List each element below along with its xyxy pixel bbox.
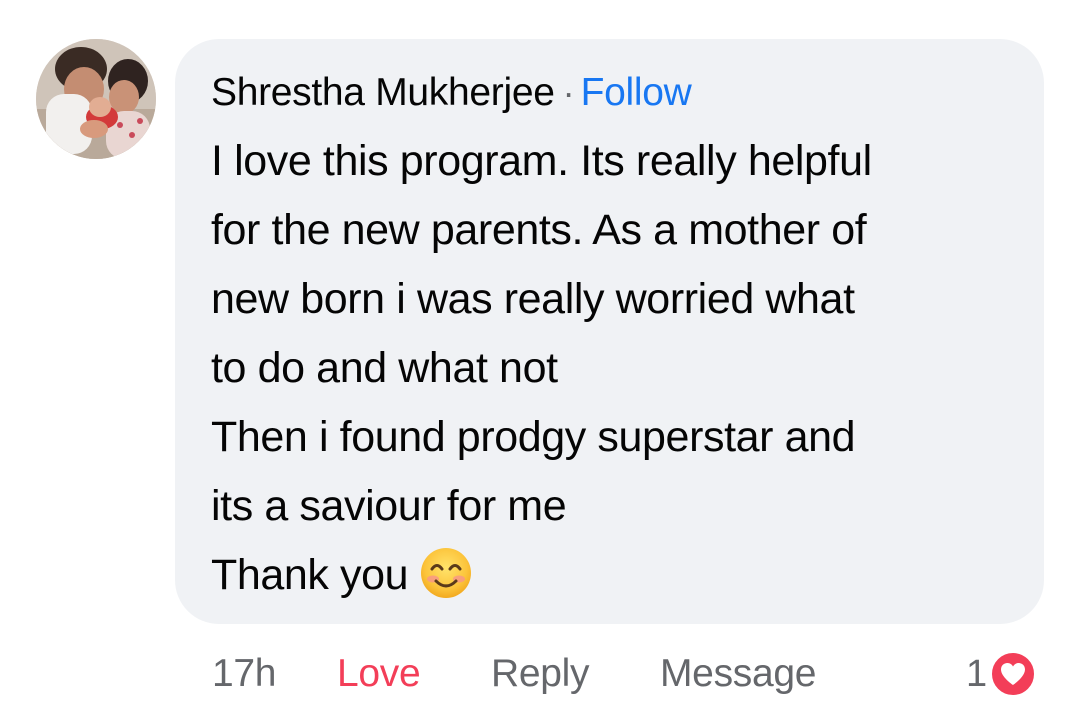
avatar[interactable]	[36, 39, 156, 159]
heart-icon	[989, 650, 1038, 698]
comment-header: Shrestha Mukherjee · Follow	[211, 69, 692, 117]
comment-text: I love this program. Its really helpful …	[211, 127, 1011, 610]
timestamp[interactable]: 17h	[212, 648, 276, 700]
comment-bubble: Shrestha Mukherjee · Follow I love this pr…	[175, 39, 1044, 624]
comment-line: its a saviour for me	[211, 482, 567, 530]
avatar-photo	[36, 39, 156, 159]
smiling-face-icon	[420, 547, 472, 599]
comment-line: to do and what not	[211, 344, 558, 392]
love-button[interactable]: Love	[337, 648, 421, 700]
comment-last-line: Thank you	[211, 541, 1011, 610]
comment-line: Thank you	[211, 551, 409, 599]
comment-actions: 17h Love Reply Message 1	[0, 648, 1080, 700]
comment-line: new born i was really worried what	[211, 275, 855, 323]
reaction-count: 1	[966, 653, 988, 695]
header-separator: ·	[562, 72, 575, 113]
message-button[interactable]: Message	[660, 648, 816, 700]
comment-line: I love this program. Its really helpful	[211, 137, 872, 185]
reaction-summary[interactable]: 1	[966, 648, 1038, 700]
comment-line: Then i found prodgy superstar and	[211, 413, 856, 461]
follow-button[interactable]: Follow	[581, 71, 692, 114]
author-name[interactable]: Shrestha Mukherjee	[211, 71, 555, 114]
reply-button[interactable]: Reply	[491, 648, 590, 700]
comment-line: for the new parents. As a mother of	[211, 206, 867, 254]
